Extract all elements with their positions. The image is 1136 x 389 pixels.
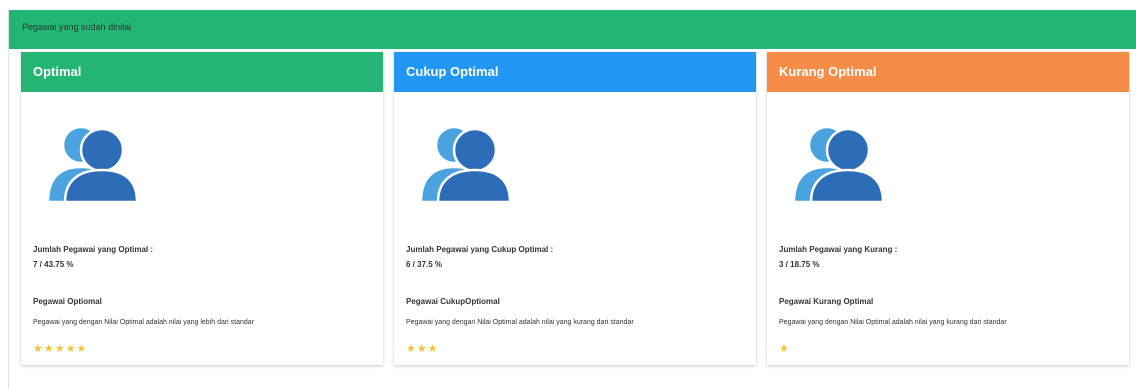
- card-kurang-optimal: Kurang Optimal Jumlah Pegawai yang Kuran…: [767, 52, 1129, 365]
- description-title: Pegawai CukupOptiomal: [406, 297, 500, 306]
- count-label: Jumlah Pegawai yang Kurang :: [779, 245, 898, 254]
- description-title: Pegawai Optiomal: [33, 297, 102, 306]
- card-header: Kurang Optimal: [767, 52, 1129, 92]
- star-rating: ★★★: [406, 343, 439, 355]
- star-rating: ★★★★★: [33, 343, 88, 355]
- panel-title: Pegawai yang sudah dinilai: [22, 22, 132, 32]
- card-header: Cukup Optimal: [394, 52, 756, 92]
- panel-header: Pegawai yang sudah dinilai: [9, 10, 1136, 49]
- users-icon: [46, 125, 137, 202]
- card-header: Optimal: [21, 52, 383, 92]
- card-title: Kurang Optimal: [779, 64, 877, 79]
- users-icon: [419, 125, 510, 202]
- count-value: 3 / 18.75 %: [779, 260, 820, 269]
- card-cukup-optimal: Cukup Optimal Jumlah Pegawai yang Cukup …: [394, 52, 756, 365]
- star-rating: ★: [779, 343, 790, 355]
- count-label: Jumlah Pegawai yang Optimal :: [33, 245, 154, 254]
- card-optimal: Optimal Jumlah Pegawai yang Optimal : 7 …: [21, 52, 383, 365]
- card-title: Optimal: [33, 64, 82, 79]
- count-value: 7 / 43.75 %: [33, 260, 74, 269]
- users-icon: [792, 125, 883, 202]
- card-title: Cukup Optimal: [406, 64, 499, 79]
- description-text: Pegawai yang dengan Nilai Optimal adalah…: [406, 319, 634, 326]
- description-text: Pegawai yang dengan Nilai Optimal adalah…: [779, 319, 1007, 326]
- count-label: Jumlah Pegawai yang Cukup Optimal :: [406, 245, 554, 254]
- count-value: 6 / 37.5 %: [406, 260, 443, 269]
- description-text: Pegawai yang dengan Nilai Optimal adalah…: [33, 319, 255, 326]
- description-title: Pegawai Kurang Optimal: [779, 297, 874, 306]
